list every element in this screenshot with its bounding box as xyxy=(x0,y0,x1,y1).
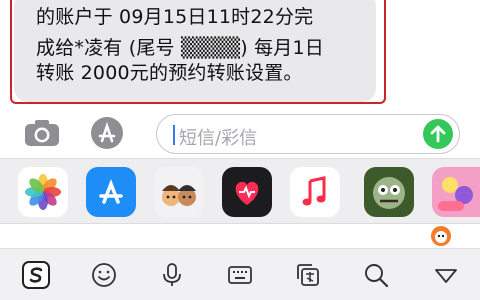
memoji-app-icon[interactable] xyxy=(154,167,204,217)
keyboard-suggestion-strip xyxy=(0,224,480,248)
message-input[interactable]: 短信/彩信 xyxy=(156,114,460,154)
imessage-app-drawer xyxy=(0,158,480,224)
sogou-logo-icon[interactable] xyxy=(22,261,50,289)
message-input-placeholder: 短信/彩信 xyxy=(179,128,258,149)
send-button[interactable] xyxy=(423,119,453,149)
collapse-keyboard-icon[interactable] xyxy=(432,261,460,289)
microphone-icon[interactable] xyxy=(158,261,186,289)
app-store-icon[interactable] xyxy=(90,116,124,150)
camera-icon[interactable] xyxy=(22,116,62,150)
arrow-up-icon xyxy=(430,125,446,143)
app-store-app-icon[interactable] xyxy=(86,167,136,217)
search-icon[interactable] xyxy=(362,261,390,289)
text-caret xyxy=(173,125,175,145)
emoji-icon[interactable] xyxy=(90,261,118,289)
message-line-3: 转账 2000元的预约转账设置。 xyxy=(36,62,303,84)
plants-vs-zombies-app-icon[interactable] xyxy=(364,167,414,217)
translate-icon[interactable] xyxy=(294,261,322,289)
message-line-2: 成给*凌有 (尾号 ▒▒▒▒) 每月1日 xyxy=(36,37,324,59)
music-app-icon[interactable] xyxy=(290,167,340,217)
keyboard-switch-icon[interactable] xyxy=(226,261,254,289)
message-line-1: 的账户于 09月15日11时22分完 xyxy=(36,6,314,28)
message-area: 的账户于 09月15日11时22分完 成给*凌有 (尾号 ▒▒▒▒) 每月1日 … xyxy=(0,0,480,110)
keyboard-toolbar xyxy=(0,248,480,300)
digital-touch-app-icon[interactable] xyxy=(222,167,272,217)
candy-game-app-icon[interactable] xyxy=(432,167,480,217)
photos-app-icon[interactable] xyxy=(18,167,68,217)
input-bar: 短信/彩信 xyxy=(0,108,480,158)
sogou-mascot-icon[interactable] xyxy=(428,224,454,248)
